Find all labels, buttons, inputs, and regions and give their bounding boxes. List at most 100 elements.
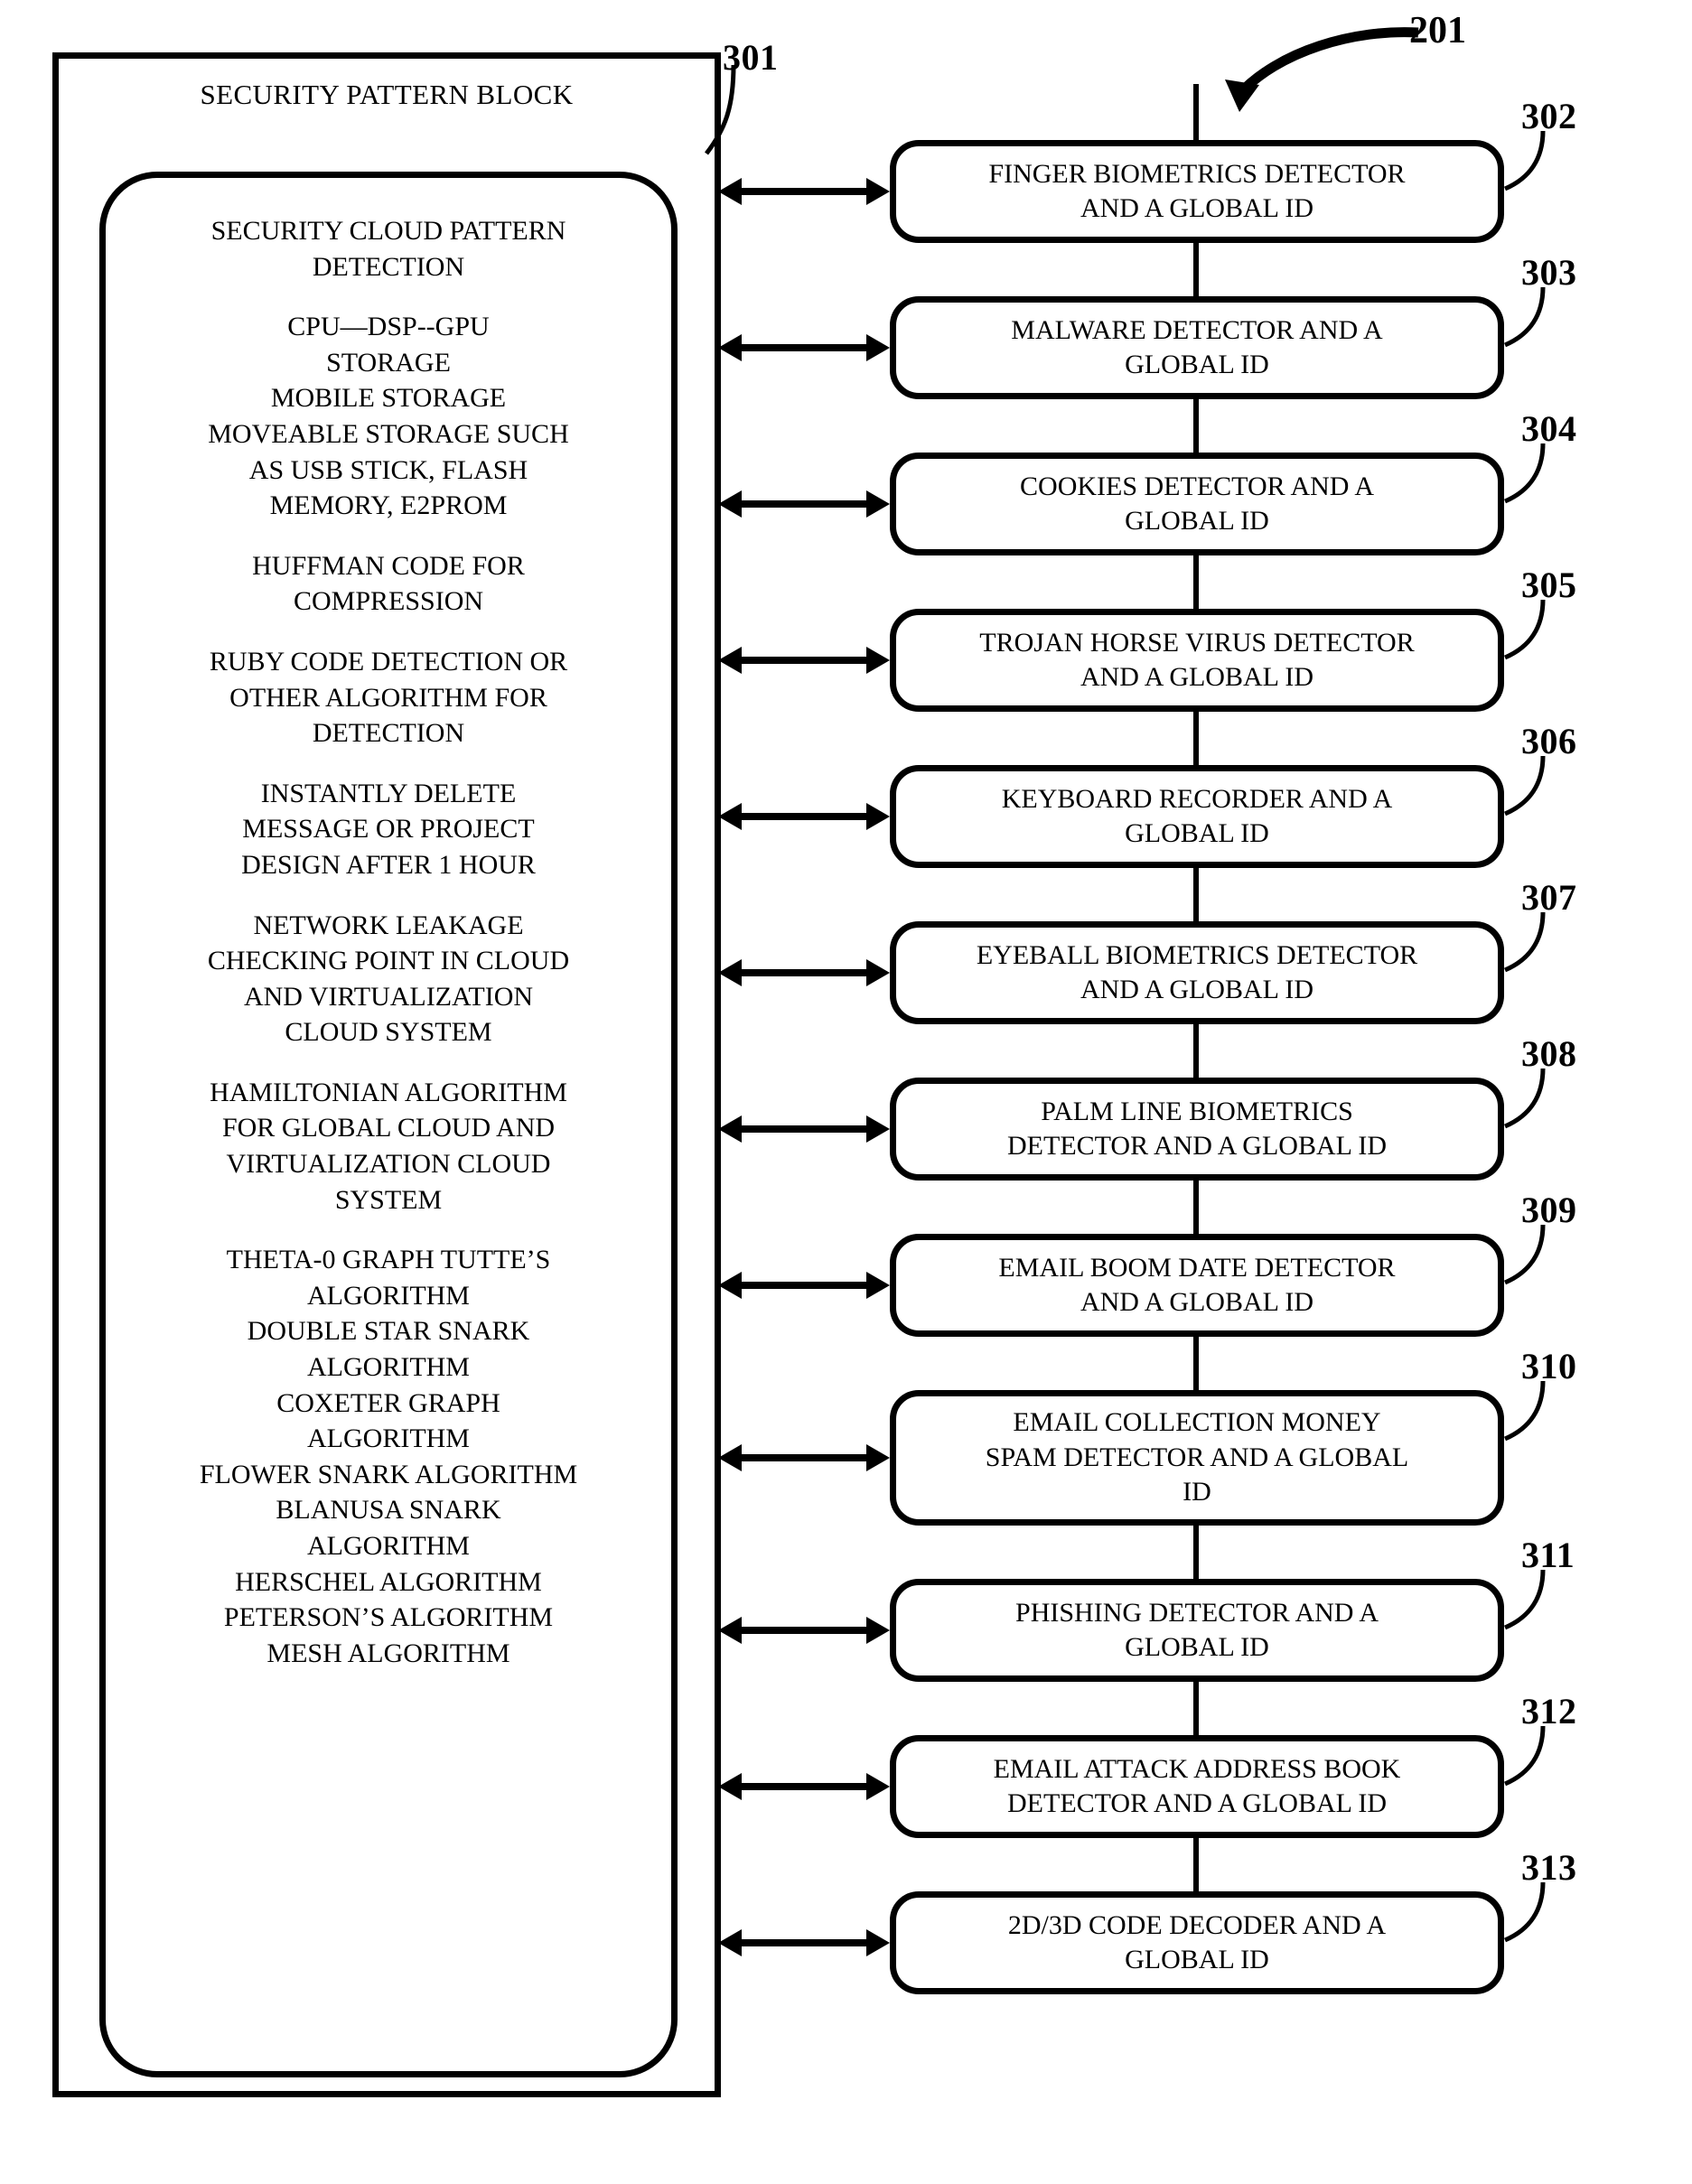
arrow-shaft — [738, 969, 870, 976]
detector-box[interactable]: MALWARE DETECTOR AND A GLOBAL ID — [890, 296, 1504, 399]
arrow-head-right-icon — [866, 178, 890, 205]
arrow-shaft — [738, 500, 870, 508]
detector-box-line: ID — [1183, 1477, 1211, 1507]
detector-box-line: GLOBAL ID — [1125, 350, 1269, 379]
security-block-line: NETWORK LEAKAGE — [253, 910, 524, 940]
detector-chain-connector — [1193, 396, 1199, 456]
reference-numeral-304: 304 — [1521, 408, 1577, 449]
detector-box-label: EMAIL BOOM DATE DETECTOR AND A GLOBAL ID — [911, 1251, 1483, 1321]
arrow-head-right-icon — [866, 1773, 890, 1800]
detector-box-line: DETECTOR AND A GLOBAL ID — [1007, 1788, 1387, 1818]
reference-numeral-201: 201 — [1409, 10, 1466, 51]
security-block-line: DETECTION — [312, 251, 465, 282]
bidirectional-arrow — [718, 1769, 890, 1805]
detector-box-label: PALM LINE BIOMETRICS DETECTOR AND A GLOBA… — [911, 1095, 1483, 1164]
detector-chain-connector — [1193, 1333, 1199, 1394]
detector-chain-connector — [1193, 1834, 1199, 1895]
arrow-head-right-icon — [866, 490, 890, 518]
detector-box[interactable]: TROJAN HORSE VIRUS DETECTOR AND A GLOBAL … — [890, 609, 1504, 712]
detector-box[interactable]: EYEBALL BIOMETRICS DETECTOR AND A GLOBAL … — [890, 921, 1504, 1024]
reference-numeral-310: 310 — [1521, 1346, 1577, 1386]
detector-chain-connector — [1193, 1522, 1199, 1582]
detector-box-line: EYEBALL BIOMETRICS DETECTOR — [976, 939, 1418, 970]
security-block-line: INSTANTLY DELETE — [260, 778, 517, 808]
security-block-line: HAMILTONIAN ALGORITHM — [210, 1077, 567, 1107]
detector-box-line: GLOBAL ID — [1125, 1632, 1269, 1662]
detector-box-line: EMAIL BOOM DATE DETECTOR — [998, 1252, 1396, 1283]
detector-box-line: EMAIL COLLECTION MONEY — [1013, 1407, 1381, 1438]
security-block-line: MOVEABLE STORAGE SUCH — [208, 418, 569, 449]
arrow-head-right-icon — [866, 647, 890, 674]
security-block-line: DOUBLE STAR SNARK — [247, 1316, 530, 1347]
security-block-line: CPU—DSP--GPU — [287, 312, 490, 342]
security-block-line: DETECTION — [312, 718, 465, 749]
detector-box[interactable]: COOKIES DETECTOR AND A GLOBAL ID — [890, 453, 1504, 555]
security-block-line: STORAGE — [326, 347, 451, 378]
security-block-line: ALGORITHM — [307, 1531, 470, 1561]
arrow-shaft — [738, 1627, 870, 1634]
arrow-head-right-icon — [866, 803, 890, 830]
bidirectional-arrow — [718, 798, 890, 835]
detector-box-label: EMAIL COLLECTION MONEY SPAM DETECTOR AND … — [911, 1405, 1483, 1509]
security-block-line: COMPRESSION — [293, 586, 484, 617]
security-cloud-pattern-detection-text: SECURITY CLOUD PATTERN DETECTION CPU—DSP--… — [107, 213, 670, 1671]
security-block-line: ALGORITHM — [307, 1352, 470, 1383]
detector-box-line: PHISHING DETECTOR AND A — [1015, 1597, 1379, 1628]
detector-box-label: MALWARE DETECTOR AND A GLOBAL ID — [911, 313, 1483, 383]
leader-arrow-201 — [1192, 13, 1427, 126]
bidirectional-arrow — [718, 1925, 890, 1961]
arrow-head-right-icon — [866, 1444, 890, 1471]
arrow-head-left-icon — [718, 1929, 742, 1956]
detector-box-line: 2D/3D CODE DECODER AND A — [1007, 1909, 1387, 1940]
detector-box-line: AND A GLOBAL ID — [1080, 1287, 1314, 1317]
detector-box-line: MALWARE DETECTOR AND A — [1011, 314, 1383, 345]
security-block-paragraph: INSTANTLY DELETE MESSAGE OR PROJECT DESIGN… — [107, 776, 670, 883]
arrow-shaft — [738, 188, 870, 195]
arrow-shaft — [738, 1125, 870, 1133]
security-block-line: SECURITY CLOUD PATTERN — [210, 216, 566, 246]
security-block-line: ALGORITHM — [307, 1423, 470, 1454]
arrow-head-left-icon — [718, 490, 742, 518]
security-block-line: PETERSON’S ALGORITHM — [223, 1602, 554, 1633]
security-block-line: CHECKING POINT IN CLOUD — [207, 946, 570, 976]
bidirectional-arrow — [718, 1440, 890, 1476]
bidirectional-arrow — [718, 173, 890, 210]
arrow-head-left-icon — [718, 1272, 742, 1299]
detector-box[interactable]: 2D/3D CODE DECODER AND A GLOBAL ID — [890, 1891, 1504, 1994]
security-block-line: HERSCHEL ALGORITHM — [235, 1566, 542, 1597]
security-block-line: AS USB STICK, FLASH — [248, 454, 528, 485]
detector-box[interactable]: EMAIL COLLECTION MONEY SPAM DETECTOR AND … — [890, 1390, 1504, 1526]
security-block-line: MESH ALGORITHM — [266, 1638, 510, 1668]
security-block-line: FLOWER SNARK ALGORITHM — [199, 1459, 578, 1489]
security-block-line: THETA-0 GRAPH TUTTE’S — [226, 1245, 551, 1275]
reference-numeral-312: 312 — [1521, 1691, 1577, 1731]
detector-box[interactable]: EMAIL ATTACK ADDRESS BOOK DETECTOR AND A … — [890, 1735, 1504, 1838]
arrow-head-left-icon — [718, 959, 742, 986]
security-block-line: RUBY CODE DETECTION OR — [209, 646, 568, 677]
detector-box[interactable]: KEYBOARD RECORDER AND A GLOBAL ID — [890, 765, 1504, 868]
arrow-head-left-icon — [718, 1617, 742, 1644]
security-block-paragraph: SECURITY CLOUD PATTERN DETECTION — [107, 213, 670, 285]
arrow-head-left-icon — [718, 334, 742, 361]
reference-numeral-303: 303 — [1521, 252, 1577, 293]
detector-box-label: KEYBOARD RECORDER AND A GLOBAL ID — [911, 782, 1483, 852]
detector-chain-top-stub — [1193, 84, 1199, 144]
security-block-line: AND VIRTUALIZATION — [243, 981, 534, 1012]
reference-numeral-308: 308 — [1521, 1033, 1577, 1074]
detector-box-line: KEYBOARD RECORDER AND A — [1001, 783, 1393, 814]
security-block-line: ALGORITHM — [307, 1280, 470, 1311]
security-block-line: VIRTUALIZATION CLOUD — [226, 1149, 551, 1180]
bidirectional-arrow — [718, 1111, 890, 1147]
detector-box-line: DETECTOR AND A GLOBAL ID — [1007, 1131, 1387, 1161]
reference-numeral-309: 309 — [1521, 1190, 1577, 1230]
bidirectional-arrow — [718, 955, 890, 991]
detector-box[interactable]: FINGER BIOMETRICS DETECTOR AND A GLOBAL I… — [890, 140, 1504, 243]
security-block-paragraph: THETA-0 GRAPH TUTTE’S ALGORITHM DOUBLE STA… — [107, 1242, 670, 1671]
detector-box[interactable]: EMAIL BOOM DATE DETECTOR AND A GLOBAL ID — [890, 1234, 1504, 1337]
detector-box[interactable]: PALM LINE BIOMETRICS DETECTOR AND A GLOBA… — [890, 1078, 1504, 1181]
detector-chain-connector — [1193, 239, 1199, 300]
arrow-head-left-icon — [718, 1773, 742, 1800]
detector-box[interactable]: PHISHING DETECTOR AND A GLOBAL ID — [890, 1579, 1504, 1682]
arrow-head-right-icon — [866, 1115, 890, 1143]
security-block-paragraph: RUBY CODE DETECTION OR OTHER ALGORITHM FO… — [107, 644, 670, 751]
